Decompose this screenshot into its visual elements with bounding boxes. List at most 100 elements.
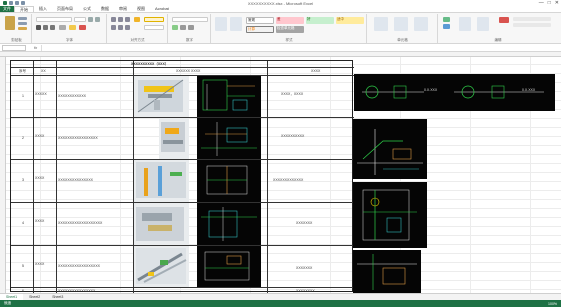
row-2-no[interactable]: 2 [22, 136, 24, 140]
format-as-table-icon[interactable] [230, 17, 242, 31]
font-color-icon[interactable] [79, 25, 86, 30]
format-cells-icon[interactable] [414, 17, 428, 31]
editing-group-label: 编辑 [494, 38, 502, 42]
status-ready: 就绪 [4, 301, 11, 305]
orientation-icon[interactable] [134, 17, 140, 22]
row-5-code[interactable]: XXXX [35, 262, 44, 266]
italic-icon[interactable] [43, 25, 48, 30]
align-center-icon[interactable] [118, 25, 123, 30]
bold-icon[interactable] [36, 25, 41, 30]
font-size-select[interactable] [74, 17, 86, 22]
acrobat-icon[interactable] [499, 17, 509, 23]
find-select-icon[interactable] [477, 17, 489, 31]
cad-drawing [204, 251, 250, 281]
model-image-4[interactable] [134, 203, 189, 245]
paste-icon[interactable] [5, 16, 15, 30]
cad-image-1[interactable] [197, 76, 261, 117]
cells-group-label: 单元格 [397, 38, 408, 42]
model-image-3[interactable] [134, 160, 189, 202]
table-vline [56, 61, 57, 293]
row-1-no[interactable]: 1 [22, 94, 24, 98]
row-3-no[interactable]: 3 [22, 178, 24, 182]
shrink-font-icon[interactable] [95, 17, 100, 22]
cad-image-5[interactable] [197, 246, 261, 287]
row-2-desc[interactable]: XXXXXXXXXXXXXXXXX [58, 136, 98, 140]
styles-group-label: 样式 [285, 38, 293, 42]
align-left-icon[interactable] [111, 25, 116, 30]
fx-icon[interactable]: fx [34, 45, 37, 50]
copy-icon[interactable] [18, 22, 27, 25]
cad-overlay-4[interactable] [353, 250, 421, 293]
grow-font-icon[interactable] [88, 17, 93, 22]
style-check-cell[interactable]: 检查单元格 [276, 26, 304, 33]
currency-icon[interactable] [172, 25, 178, 30]
row-4-note[interactable]: XXXXXXX [296, 221, 312, 225]
style-calculation[interactable]: 计算 [246, 26, 274, 33]
row-1-code[interactable]: XXXXX [35, 92, 47, 96]
worksheet-grid[interactable]: XXXXXXXXXX（XXX） 序号 XX XXXXXX XXXX XXXX 1… [0, 52, 561, 293]
row-2-note[interactable]: XXXXXXXXXX [281, 134, 304, 138]
model-drawing [136, 207, 184, 241]
cad-overlay-3[interactable] [353, 182, 427, 248]
delete-cells-icon[interactable] [394, 17, 408, 31]
borders-icon[interactable] [59, 25, 66, 30]
name-box[interactable] [2, 44, 26, 51]
sheet-tabs: Sheet1 Sheet2 Sheet3 [0, 293, 561, 301]
model-drawing [136, 162, 186, 198]
cad-image-4[interactable] [197, 203, 261, 245]
cad-image-2[interactable] [197, 118, 261, 159]
share-button[interactable] [513, 17, 551, 21]
fill-icon[interactable] [443, 24, 450, 29]
row-5-desc[interactable]: XXXXXXXXXXXXXXXXXX [58, 264, 100, 268]
formula-input[interactable] [41, 44, 557, 51]
row-headers[interactable] [0, 57, 6, 293]
align-top-icon[interactable] [111, 17, 116, 22]
cad-image-3[interactable] [197, 160, 261, 202]
sort-filter-icon[interactable] [459, 17, 471, 31]
number-group-label: 数字 [186, 38, 193, 42]
table-vline [33, 61, 34, 293]
row-3-code[interactable]: XXXX [35, 176, 44, 180]
row-5-note[interactable]: XXXXXXX [296, 266, 312, 270]
row-4-desc[interactable]: XXXXXXXXXXXXXXXXXXX [58, 221, 102, 225]
style-neutral[interactable]: 适中 [336, 17, 364, 24]
cad-overlay-2[interactable] [353, 119, 427, 179]
zoom-level[interactable]: 100% [548, 302, 557, 306]
row-3-note[interactable]: XXXXXXXXXXXXX [273, 178, 303, 182]
drawing-table[interactable]: XXXXXXXXXX（XXX） 序号 XX XXXXXX XXXX XXXX 1… [10, 60, 354, 293]
alignment-group-label: 对齐方式 [130, 38, 145, 42]
row-1-desc[interactable]: XXXXXXXXXXXX [58, 94, 86, 98]
row-1-note[interactable]: XXXX，XXXX [281, 92, 303, 97]
comments-button[interactable] [513, 23, 551, 27]
wrap-text-button[interactable] [144, 17, 164, 22]
row-2-code[interactable]: XXXX [35, 134, 44, 138]
align-middle-icon[interactable] [118, 17, 123, 22]
cad-dimension-label: 0.X.XXX [424, 88, 438, 92]
number-format-select[interactable] [172, 17, 208, 22]
row-4-no[interactable]: 4 [22, 221, 24, 225]
autosum-icon[interactable] [443, 17, 450, 22]
cad-overlay-1[interactable]: 0.X.XXX 0.X.XXX [354, 74, 555, 111]
style-good[interactable]: 好 [306, 17, 334, 24]
format-painter-icon[interactable] [18, 27, 27, 30]
insert-cells-icon[interactable] [374, 17, 388, 31]
model-image-2[interactable] [159, 118, 189, 159]
style-bad[interactable]: 差 [276, 17, 304, 24]
align-bottom-icon[interactable] [125, 17, 130, 22]
merge-center-button[interactable] [144, 25, 164, 30]
cut-icon[interactable] [18, 17, 27, 20]
model-image-5[interactable] [134, 246, 189, 287]
model-image-1[interactable] [134, 76, 189, 117]
percent-icon[interactable] [180, 25, 186, 30]
style-normal[interactable]: 常规 [246, 17, 274, 24]
fill-color-icon[interactable] [69, 25, 76, 30]
row-3-desc[interactable]: XXXXXXXXXXXXXXX [58, 178, 93, 182]
row-4-code[interactable]: XXXX [35, 219, 44, 223]
align-right-icon[interactable] [125, 25, 130, 30]
row-5-no[interactable]: 5 [22, 264, 24, 268]
comma-icon[interactable] [188, 25, 194, 30]
underline-icon[interactable] [50, 25, 55, 30]
column-headers[interactable] [0, 52, 561, 57]
conditional-format-icon[interactable] [215, 17, 227, 31]
font-name-select[interactable] [36, 17, 72, 22]
